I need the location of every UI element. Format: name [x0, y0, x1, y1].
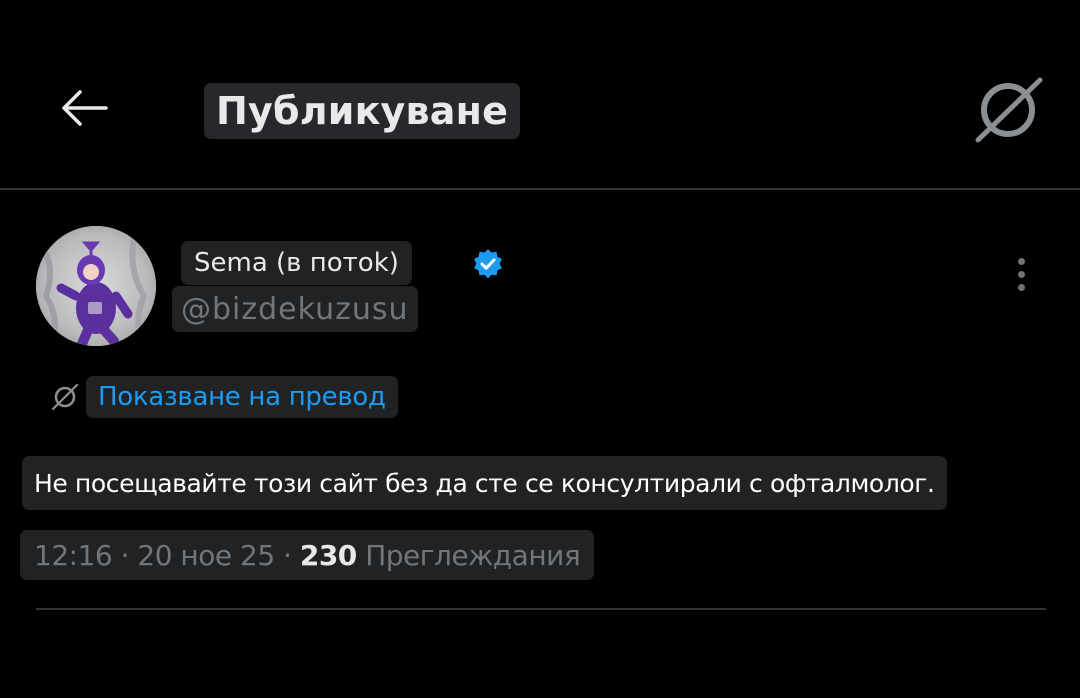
- header-divider: [0, 188, 1080, 190]
- verified-badge-icon[interactable]: [472, 248, 504, 280]
- show-translation-link[interactable]: Показване на превод: [86, 376, 398, 418]
- author-handle[interactable]: @bizdekuzusu: [172, 286, 418, 332]
- views-label[interactable]: Преглеждания: [357, 539, 581, 572]
- post-divider: [36, 608, 1046, 610]
- views-count[interactable]: 230: [300, 539, 357, 572]
- avatar-image: [36, 226, 156, 346]
- author-name-text: Sema (в потоk): [194, 248, 399, 278]
- back-button[interactable]: [54, 80, 114, 136]
- translate-icon: [975, 77, 1043, 143]
- translate-icon: [51, 383, 79, 411]
- meta-separator: ·: [274, 538, 300, 572]
- post-date[interactable]: 20 ное 25: [137, 539, 275, 572]
- more-options-button[interactable]: [1004, 248, 1038, 300]
- show-translation-text: Показване на превод: [98, 382, 386, 412]
- show-translation-row: Показване на превод: [50, 375, 398, 419]
- translate-button[interactable]: [968, 70, 1048, 150]
- arrow-left-icon: [62, 90, 108, 126]
- meta-separator: ·: [112, 538, 138, 572]
- avatar[interactable]: [36, 226, 156, 346]
- author-name[interactable]: Sema (в потоk): [181, 241, 412, 285]
- author-handle-text: @bizdekuzusu: [181, 291, 409, 327]
- more-vertical-icon: [1017, 257, 1025, 265]
- top-bar: Публикуване: [0, 0, 1080, 188]
- post-meta: 12:16 · 20 ное 25 · 230 Преглеждания: [20, 530, 595, 580]
- post-time[interactable]: 12:16: [34, 539, 113, 572]
- post-body: Не посещавайте този сайт без да сте се к…: [22, 456, 947, 510]
- page-title-text: Публикуване: [216, 89, 509, 133]
- post-text: Не посещавайте този сайт без да сте се к…: [34, 468, 935, 498]
- page-title: Публикуване: [204, 83, 521, 139]
